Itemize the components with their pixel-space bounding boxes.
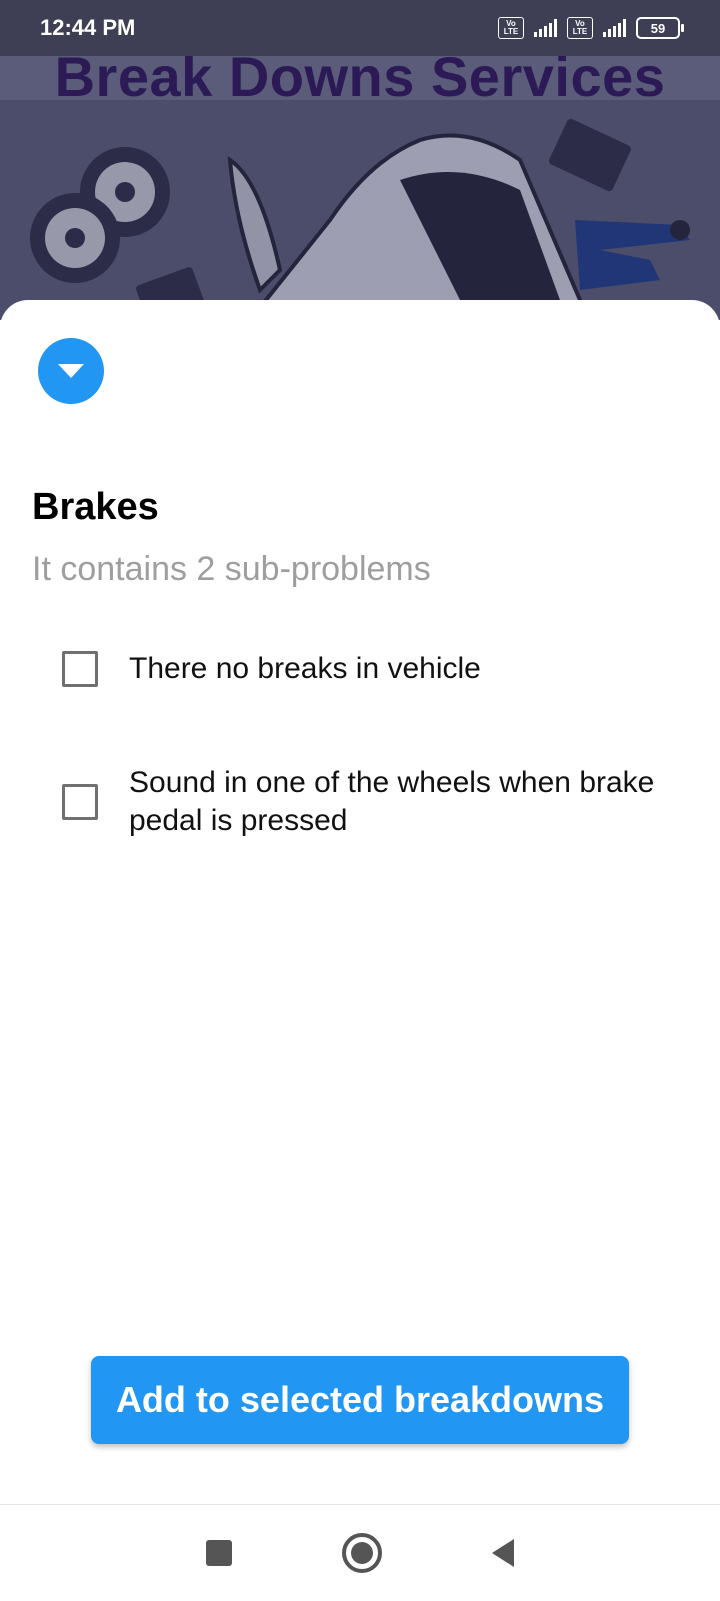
system-nav-bar	[0, 1504, 720, 1601]
signal-icon	[603, 19, 626, 37]
status-time: 12:44 PM	[40, 15, 136, 40]
car-repair-illustration	[0, 100, 720, 320]
breakdown-bottom-sheet: Brakes It contains 2 sub-problems There …	[0, 300, 720, 1504]
problem-checkbox[interactable]	[62, 651, 98, 687]
recents-square-icon[interactable]	[206, 1540, 232, 1566]
chevron-down-icon	[58, 364, 84, 378]
back-triangle-icon[interactable]	[492, 1539, 514, 1567]
battery-icon: 59	[636, 17, 684, 39]
collapse-sheet-button[interactable]	[38, 338, 104, 404]
status-bar: 12:44 PM Vo LTE Vo LTE 59	[0, 0, 720, 56]
home-circle-icon[interactable]	[342, 1533, 382, 1573]
problem-label: There no breaks in vehicle	[129, 652, 481, 685]
problem-checkbox[interactable]	[62, 784, 98, 820]
signal-icon	[534, 19, 557, 37]
problem-item[interactable]: There no breaks in vehicle	[62, 650, 689, 688]
add-to-selected-button[interactable]: Add to selected breakdowns	[91, 1356, 629, 1444]
category-subtitle: It contains 2 sub-problems	[32, 550, 431, 588]
status-icons: Vo LTE Vo LTE 59	[498, 17, 684, 39]
problem-item[interactable]: Sound in one of the wheels when brake pe…	[62, 764, 689, 840]
problem-label: Sound in one of the wheels when brake pe…	[129, 766, 655, 837]
volte-icon: Vo LTE	[498, 17, 524, 39]
category-title: Brakes	[32, 486, 159, 528]
volte-icon: Vo LTE	[567, 17, 593, 39]
